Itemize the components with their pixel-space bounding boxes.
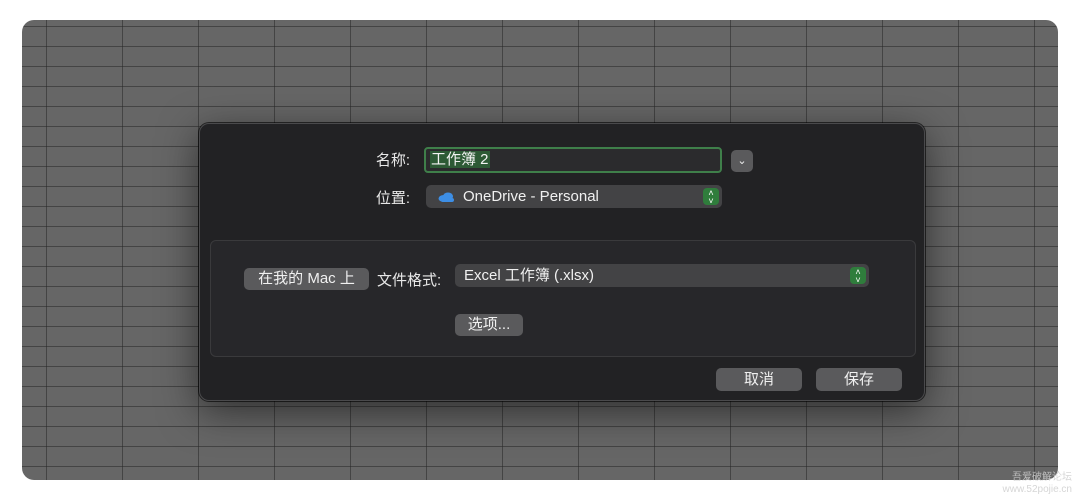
- save-location-panel: 在我的 Mac 上 文件格式: Excel 工作簿 (.xlsx) ˄ ˅ 选项.…: [210, 240, 916, 357]
- location-label: 位置:: [375, 190, 410, 207]
- name-label: 名称:: [375, 152, 410, 169]
- file-format-select[interactable]: Excel 工作簿 (.xlsx) ˄ ˅: [455, 264, 869, 287]
- file-name-input[interactable]: 工作簿 2: [424, 147, 722, 173]
- excel-spreadsheet-background: 名称: 工作簿 2 ⌄ 位置: OneDrive - Personal ˄ ˅ 在…: [22, 20, 1058, 480]
- location-select[interactable]: OneDrive - Personal ˄ ˅: [426, 185, 722, 208]
- onedrive-cloud-icon: [438, 192, 454, 202]
- file-format-value: Excel 工作簿 (.xlsx): [464, 267, 595, 284]
- save-button[interactable]: 保存: [816, 368, 902, 391]
- save-dialog: 名称: 工作簿 2 ⌄ 位置: OneDrive - Personal ˄ ˅ 在…: [199, 123, 925, 401]
- location-value: OneDrive - Personal: [463, 188, 599, 205]
- chevron-down-icon: ⌄: [737, 155, 747, 167]
- location-stepper-icon: ˄ ˅: [703, 188, 719, 206]
- expand-dialog-button[interactable]: ⌄: [731, 150, 753, 172]
- options-button[interactable]: 选项...: [455, 314, 523, 336]
- format-stepper-icon: ˄ ˅: [850, 267, 866, 285]
- file-name-value: 工作簿 2: [430, 151, 490, 168]
- on-my-mac-button[interactable]: 在我的 Mac 上: [244, 268, 369, 290]
- watermark-line-2: www.52pojie.cn: [1002, 484, 1072, 495]
- watermark: 吾爱破解论坛 www.52pojie.cn: [1003, 472, 1072, 496]
- watermark-line-1: 吾爱破解论坛: [1012, 472, 1072, 483]
- cancel-button[interactable]: 取消: [716, 368, 802, 391]
- file-format-label: 文件格式:: [377, 272, 442, 289]
